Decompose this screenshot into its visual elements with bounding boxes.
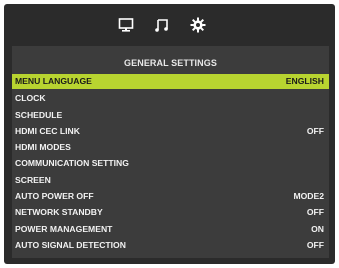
menu-item-value: ON <box>311 223 324 234</box>
menu-item-value: ENGLISH <box>285 76 324 86</box>
menu-item-label: SCREEN <box>15 174 51 185</box>
menu-item-network-standby[interactable]: NETWORK STANDBY OFF <box>12 204 329 220</box>
menu-item-auto-power-off[interactable]: AUTO POWER OFF MODE2 <box>12 188 329 204</box>
menu-item-value: OFF <box>306 239 324 250</box>
osd-menu-window: GENERAL SETTINGS MENU LANGUAGE ENGLISH C… <box>4 4 335 264</box>
menu-item-label: AUTO SIGNAL DETECTION <box>15 239 126 250</box>
menu-item-label: COMMUNICATION SETTING <box>15 158 129 169</box>
menu-item-label: CLOCK <box>15 93 46 104</box>
menu-item-clock[interactable]: CLOCK <box>12 90 329 106</box>
gear-icon[interactable] <box>190 17 206 33</box>
menu-item-menu-language[interactable]: MENU LANGUAGE ENGLISH <box>12 74 329 89</box>
tab-icon-bar <box>4 4 335 46</box>
menu-item-label: POWER MANAGEMENT <box>15 223 113 234</box>
menu-item-label: HDMI CEC LINK <box>15 125 80 136</box>
menu-item-label: HDMI MODES <box>15 142 71 153</box>
settings-menu-list: MENU LANGUAGE ENGLISH CLOCK SCHEDULE HDM… <box>12 74 329 253</box>
music-note-icon[interactable] <box>154 17 170 33</box>
menu-item-label: NETWORK STANDBY <box>15 207 103 218</box>
menu-item-communication-setting[interactable]: COMMUNICATION SETTING <box>12 155 329 171</box>
menu-item-label: AUTO POWER OFF <box>15 191 94 202</box>
menu-item-hdmi-cec-link[interactable]: HDMI CEC LINK OFF <box>12 123 329 139</box>
menu-item-value: OFF <box>306 125 324 136</box>
menu-item-label: SCHEDULE <box>15 109 63 120</box>
menu-item-value: OFF <box>306 207 324 218</box>
menu-item-auto-signal-detection[interactable]: AUTO SIGNAL DETECTION OFF <box>12 237 329 253</box>
panel-title: GENERAL SETTINGS <box>124 58 217 68</box>
menu-item-value: MODE2 <box>293 191 324 202</box>
menu-item-screen[interactable]: SCREEN <box>12 172 329 188</box>
menu-item-hdmi-modes[interactable]: HDMI MODES <box>12 139 329 155</box>
menu-item-power-management[interactable]: POWER MANAGEMENT ON <box>12 221 329 237</box>
general-settings-panel: GENERAL SETTINGS MENU LANGUAGE ENGLISH C… <box>12 46 329 258</box>
menu-item-label: MENU LANGUAGE <box>15 76 92 86</box>
monitor-icon[interactable] <box>118 17 134 33</box>
menu-item-schedule[interactable]: SCHEDULE <box>12 107 329 123</box>
